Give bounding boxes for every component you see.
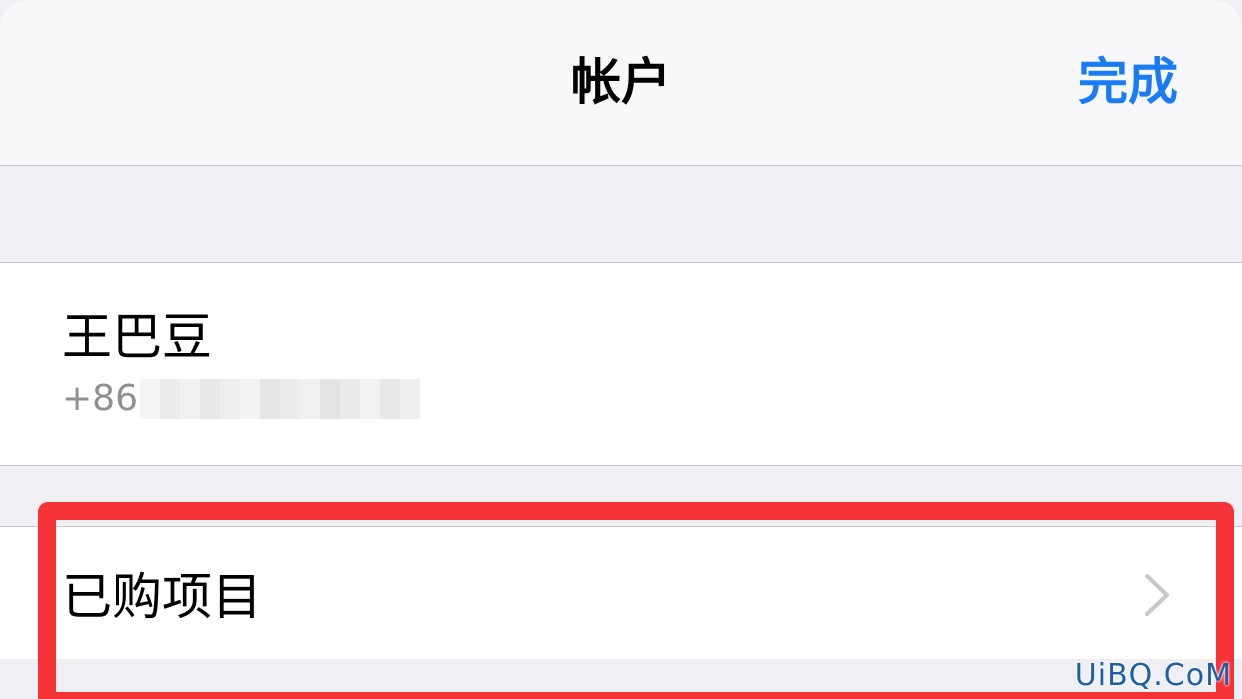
watermark: UiBQ.CoM: [1074, 658, 1232, 693]
done-button[interactable]: 完成: [1078, 50, 1178, 114]
section-spacer: [0, 166, 1242, 262]
account-name: 王巴豆: [62, 308, 212, 366]
purchased-items-cell[interactable]: 已购项目: [0, 526, 1242, 660]
page-title: 帐户: [571, 53, 671, 111]
navigation-bar: 帐户 完成: [0, 0, 1242, 166]
account-info-cell[interactable]: 王巴豆 +86: [0, 262, 1242, 466]
chevron-right-icon: [1145, 574, 1169, 616]
section-spacer: [0, 466, 1242, 526]
phone-number: +86: [62, 375, 420, 423]
purchased-items-label: 已购项目: [62, 568, 262, 626]
phone-redaction-mosaic: [139, 379, 420, 419]
phone-prefix: +86: [62, 378, 138, 419]
account-sheet: 帐户 完成 王巴豆 +86 已购项目 UiBQ.CoM: [0, 0, 1242, 699]
bottom-background: [0, 659, 1242, 699]
